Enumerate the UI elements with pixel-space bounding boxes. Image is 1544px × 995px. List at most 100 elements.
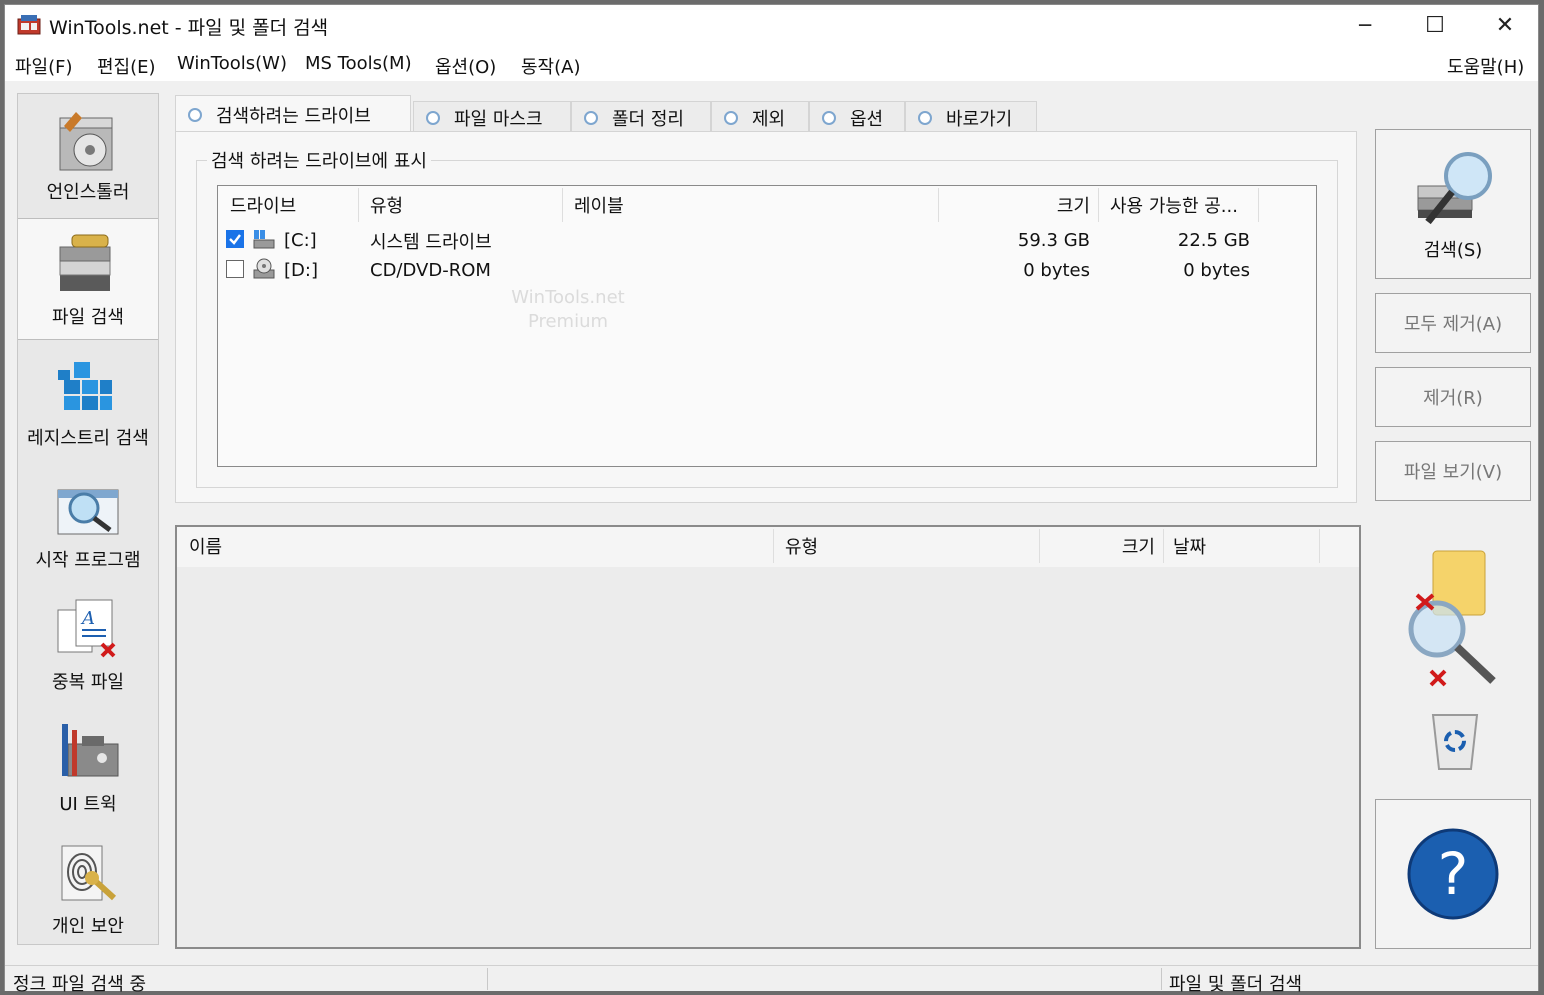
column-header-free-space[interactable]: 사용 가능한 공... [1110, 186, 1238, 224]
minimize-button[interactable]: ─ [1330, 5, 1400, 45]
registry-search-icon [58, 362, 112, 410]
menu-options[interactable]: 옵션(O) [435, 53, 496, 79]
menu-help[interactable]: 도움말(H) [1447, 53, 1524, 79]
status-separator [1161, 968, 1162, 990]
status-separator [487, 968, 488, 990]
radio-icon [584, 110, 598, 125]
drive-size: 59.3 GB [1017, 230, 1090, 251]
sidebar-item-label: 시작 프로그램 [35, 550, 141, 571]
radio-icon [724, 110, 738, 125]
column-header-date[interactable]: 날짜 [1173, 527, 1206, 565]
column-separator[interactable] [1098, 188, 1099, 222]
menu-file[interactable]: 파일(F) [15, 53, 73, 79]
tools-sidebar: 언인스톨러 파일 검색 레지스트리 검색 시작 프로그램 A 중복 파일 UI … [17, 93, 159, 945]
drive-list[interactable]: 드라이브 유형 레이블 크기 사용 가능한 공... [C:] 시스템 드라이브… [217, 185, 1317, 467]
tab-label: 검색하려는 드라이브 [216, 105, 371, 127]
column-separator[interactable] [1163, 529, 1164, 563]
drive-size: 0 bytes [1023, 260, 1090, 281]
sidebar-item-duplicate-files[interactable]: A 중복 파일 [18, 584, 158, 706]
column-header-type[interactable]: 유형 [785, 527, 818, 565]
ui-tweak-icon [62, 724, 119, 777]
startup-programs-icon [57, 489, 119, 535]
tab-options[interactable]: 옵션 [809, 101, 905, 133]
drive-free-space: 22.5 GB [1177, 230, 1250, 251]
tab-label: 제외 [752, 108, 786, 130]
column-header-size[interactable]: 크기 [1018, 186, 1090, 224]
menu-ms-tools[interactable]: MS Tools(M) [305, 53, 412, 74]
column-header-label[interactable]: 레이블 [574, 186, 624, 224]
watermark-line: Premium [527, 311, 609, 332]
menu-bar: 파일(F) 편집(E) WinTools(W) MS Tools(M) 옵션(O… [5, 45, 1538, 81]
wintools-app-icon [17, 15, 41, 35]
window-title: WinTools.net - 파일 및 폴더 검색 [49, 17, 329, 39]
menu-edit[interactable]: 편집(E) [97, 53, 156, 79]
checkmark-icon [229, 234, 241, 245]
tab-shortcuts[interactable]: 바로가기 [905, 101, 1037, 133]
sidebar-item-file-search[interactable]: 파일 검색 [18, 218, 158, 340]
maximize-button[interactable]: ☐ [1400, 5, 1470, 45]
svg-text:A: A [80, 608, 95, 629]
radio-icon [188, 107, 202, 122]
search-button-label: 검색(S) [1423, 240, 1483, 261]
cd-drive-icon [253, 258, 275, 279]
title-bar: WinTools.net - 파일 및 폴더 검색 ─ ☐ ✕ [5, 5, 1538, 45]
column-separator[interactable] [562, 188, 563, 222]
column-separator[interactable] [1319, 529, 1320, 563]
view-file-button[interactable]: 파일 보기(V) [1375, 441, 1531, 501]
search-drive-icon [1417, 152, 1492, 225]
drive-c-checkbox[interactable] [226, 230, 244, 248]
watermark: WinTools.net Premium [508, 286, 628, 334]
tab-label: 바로가기 [946, 108, 1013, 130]
tab-file-mask[interactable]: 파일 마스크 [413, 101, 571, 133]
drive-d-checkbox[interactable] [226, 260, 244, 278]
remove-all-button[interactable]: 모두 제거(A) [1375, 293, 1531, 353]
folder-search-delete-icon [1408, 550, 1496, 687]
sidebar-item-label: 레지스트리 검색 [27, 428, 149, 449]
tab-folder-cleanup[interactable]: 폴더 정리 [571, 101, 711, 133]
status-bar: 정크 파일 검색 중 파일 및 폴더 검색 [5, 965, 1538, 995]
column-separator[interactable] [1039, 529, 1040, 563]
sidebar-item-label: 중복 파일 [52, 672, 124, 693]
column-separator[interactable] [1258, 188, 1259, 222]
drive-letter: [C:] [284, 230, 317, 251]
help-button[interactable]: ? [1375, 799, 1531, 949]
status-text-left: 정크 파일 검색 중 [13, 974, 147, 995]
remove-button[interactable]: 제거(R) [1375, 367, 1531, 427]
sidebar-item-label: 언인스톨러 [46, 182, 130, 203]
sidebar-item-label: 개인 보안 [52, 916, 124, 937]
drives-group-box: 검색 하려는 드라이브에 표시 드라이브 유형 레이블 크기 사용 가능한 공.… [196, 147, 1338, 488]
results-list[interactable]: 이름 유형 크기 날짜 [175, 525, 1361, 949]
radio-icon [822, 110, 836, 125]
file-search-icon [59, 234, 111, 291]
sidebar-item-ui-tweak[interactable]: UI 트윅 [18, 706, 158, 828]
tab-exclude[interactable]: 제외 [711, 101, 809, 133]
column-separator[interactable] [773, 529, 774, 563]
help-icon: ? [1407, 828, 1499, 920]
column-separator[interactable] [938, 188, 939, 222]
tab-label: 파일 마스크 [454, 108, 543, 130]
drive-letter: [D:] [284, 260, 318, 281]
menu-actions[interactable]: 동작(A) [521, 53, 580, 79]
watermark-line: WinTools.net [511, 287, 625, 308]
sidebar-item-uninstaller[interactable]: 언인스톨러 [18, 94, 158, 216]
sidebar-item-registry-search[interactable]: 레지스트리 검색 [18, 340, 158, 462]
column-separator[interactable] [358, 188, 359, 222]
radio-icon [918, 110, 932, 125]
menu-wintools[interactable]: WinTools(W) [177, 53, 287, 74]
sidebar-item-privacy[interactable]: 개인 보안 [18, 828, 158, 950]
search-button[interactable]: 검색(S) [1375, 129, 1531, 279]
radio-icon [426, 110, 440, 125]
tab-search-drives[interactable]: 검색하려는 드라이브 [175, 95, 411, 133]
sidebar-item-label: UI 트윅 [59, 794, 117, 815]
column-header-type[interactable]: 유형 [370, 186, 403, 224]
recycle-bin-icon [1431, 714, 1479, 770]
tab-panel-search-drives: 검색 하려는 드라이브에 표시 드라이브 유형 레이블 크기 사용 가능한 공.… [175, 131, 1357, 503]
results-header: 이름 유형 크기 날짜 [177, 527, 1359, 567]
column-header-drive[interactable]: 드라이브 [230, 186, 296, 224]
drive-type: CD/DVD-ROM [370, 260, 491, 281]
column-header-name[interactable]: 이름 [189, 527, 222, 565]
status-text-right: 파일 및 폴더 검색 [1169, 974, 1303, 995]
sidebar-item-startup-programs[interactable]: 시작 프로그램 [18, 462, 158, 584]
column-header-size[interactable]: 크기 [1077, 527, 1155, 565]
close-button[interactable]: ✕ [1470, 5, 1540, 45]
